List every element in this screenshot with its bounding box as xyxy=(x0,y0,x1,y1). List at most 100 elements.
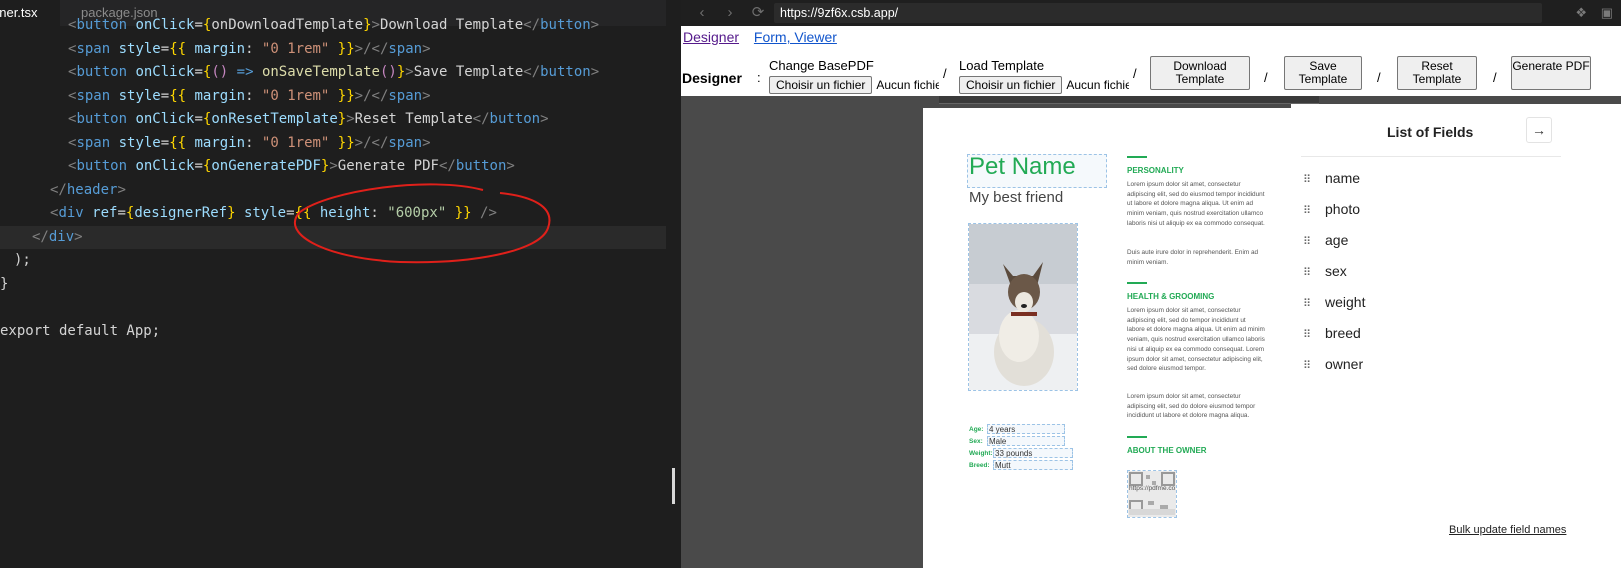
no-file-text: Aucun fichier choisi xyxy=(1066,78,1129,92)
refresh-icon[interactable]: ⟳ xyxy=(749,4,767,22)
code-line: </header> xyxy=(50,181,126,198)
list-of-fields-panel: List of Fields → ⠿ name ⠿ photo ⠿ age ⠿ sex ⠿ wei… xyxy=(1291,104,1621,568)
drag-handle-icon[interactable]: ⠿ xyxy=(1303,168,1317,192)
drag-handle-icon[interactable]: ⠿ xyxy=(1303,230,1317,254)
code-line: <button onClick={() => onSaveTemplate()}… xyxy=(68,64,600,80)
personality-heading: PERSONALITY xyxy=(1127,166,1184,175)
load-template-label: Load Template xyxy=(959,58,1045,73)
pdf-page[interactable]: Pet Name My best friend Age: 4 years Sex… xyxy=(923,108,1295,568)
code-line: ); xyxy=(14,252,31,268)
change-base-pdf-group: Change BasePDF xyxy=(755,58,874,73)
field-item[interactable]: ⠿ weight xyxy=(1303,290,1365,314)
code-line: <button onClick={onResetTemplate}>Reset … xyxy=(68,111,549,127)
section-bar xyxy=(1127,436,1147,438)
drag-handle-icon[interactable]: ⠿ xyxy=(1303,354,1317,378)
field-item[interactable]: ⠿ owner xyxy=(1303,352,1363,376)
code-line: <button onClick={onGeneratePDF}>Generate… xyxy=(68,158,515,174)
field-item[interactable]: ⠿ sex xyxy=(1303,259,1347,283)
generate-pdf-button[interactable]: Generate PDF xyxy=(1511,56,1591,90)
ruler-top xyxy=(939,96,1319,104)
field-name: weight xyxy=(1325,294,1366,310)
text-cursor xyxy=(672,468,675,504)
designer-header: Designer : Change BasePDF Choisir un fic… xyxy=(681,56,1621,96)
field-name: photo xyxy=(1325,201,1361,217)
sex-label: Sex: xyxy=(969,438,983,445)
designer-title: Designer xyxy=(682,70,742,86)
drag-handle-icon[interactable]: ⠿ xyxy=(1303,199,1317,223)
drag-handle-icon[interactable]: ⠿ xyxy=(1303,261,1317,285)
sex-field[interactable]: Male xyxy=(987,436,1065,446)
link-designer[interactable]: Designer xyxy=(683,29,739,45)
qr-code-image xyxy=(1128,471,1176,517)
owner-qr-code[interactable]: https://pdfme.com xyxy=(1127,470,1177,518)
dog-photo-image xyxy=(969,224,1077,390)
code-line: <span style={{ margin: "0 1rem" }}>/</sp… xyxy=(68,40,431,57)
field-item[interactable]: ⠿ name xyxy=(1303,166,1360,190)
pet-photo[interactable] xyxy=(968,223,1078,391)
code-line: <span style={{ margin: "0 1rem" }}>/</sp… xyxy=(68,134,431,151)
separator: / xyxy=(1377,70,1381,85)
field-name: breed xyxy=(1325,325,1361,341)
code-line: } xyxy=(0,275,9,292)
choose-file-button[interactable]: Choisir un fichier xyxy=(959,76,1063,94)
health-text-2: Lorem ipsum dolor sit amet, consectetur … xyxy=(1127,393,1256,420)
download-template-button[interactable]: Download Template xyxy=(1150,56,1250,90)
qr-url-text: https://pdfme.com xyxy=(1129,485,1175,492)
browser-preview: ‹ › ⟳ https://9zf6x.csb.app/ ❖ ▣ Designe… xyxy=(681,0,1621,568)
age-label: Age: xyxy=(969,426,984,433)
personality-text-2: Duis aute irure dolor in reprehenderit. … xyxy=(1127,249,1259,266)
template-file-input[interactable]: Choisir un fichierAucun fichier choisi xyxy=(959,76,1129,94)
save-template-button[interactable]: Save Template xyxy=(1284,56,1362,90)
load-template-group: Load Template xyxy=(945,58,1044,73)
fields-panel-title: List of Fields xyxy=(1387,124,1474,140)
bulk-update-link[interactable]: Bulk update field names xyxy=(1449,524,1566,536)
breed-field[interactable]: Mutt xyxy=(993,460,1073,470)
forward-icon[interactable]: › xyxy=(721,4,739,22)
back-icon[interactable]: ‹ xyxy=(693,4,711,22)
weight-field[interactable]: 33 pounds xyxy=(993,448,1073,458)
change-base-pdf-label: Change BasePDF xyxy=(769,58,874,73)
field-item[interactable]: ⠿ photo xyxy=(1303,197,1360,221)
separator: / xyxy=(1493,70,1497,85)
code-line: export default App; xyxy=(0,322,161,339)
weight-label: Weight: xyxy=(969,450,993,457)
pet-name-text: Pet Name xyxy=(969,153,1076,180)
field-name: owner xyxy=(1325,356,1364,372)
personality-text: Lorem ipsum dolor sit amet, consectetur … xyxy=(1127,181,1265,227)
code-line: <div ref={designerRef} style={{ height: … xyxy=(50,205,497,221)
field-item[interactable]: ⠿ breed xyxy=(1303,321,1361,345)
link-form-viewer[interactable]: Form, Viewer xyxy=(754,29,837,45)
section-bar xyxy=(1127,156,1147,158)
browser-toolbar: ‹ › ⟳ https://9zf6x.csb.app/ ❖ ▣ xyxy=(681,0,1621,26)
field-name: name xyxy=(1325,170,1361,186)
nav-links: Designer Form, Viewer xyxy=(683,29,848,45)
age-field[interactable]: 4 years xyxy=(987,424,1065,434)
drag-handle-icon[interactable]: ⠿ xyxy=(1303,292,1317,316)
window-icon[interactable]: ▣ xyxy=(1601,5,1613,20)
field-name: sex xyxy=(1325,263,1347,279)
subtitle-text: My best friend xyxy=(969,189,1064,206)
health-heading: HEALTH & GROOMING xyxy=(1127,292,1215,301)
choose-file-button[interactable]: Choisir un fichier xyxy=(769,76,873,94)
reset-template-button[interactable]: Reset Template xyxy=(1397,56,1477,90)
code-editor[interactable]: gner.tsx package.json <button onClick={o… xyxy=(0,0,666,568)
drag-handle-icon[interactable]: ⠿ xyxy=(1303,323,1317,347)
owner-heading: ABOUT THE OWNER xyxy=(1127,446,1207,455)
no-file-text: Aucun fichier choisi xyxy=(876,78,939,92)
separator: / xyxy=(1133,66,1137,81)
base-pdf-file-input[interactable]: Choisir un fichierAucun fichier choisi xyxy=(769,76,939,94)
separator: / xyxy=(1264,70,1268,85)
extension-icon[interactable]: ❖ xyxy=(1575,5,1587,20)
collapse-arrow-icon[interactable]: → xyxy=(1526,117,1552,143)
browser-tools: ❖ ▣ xyxy=(1575,5,1613,21)
health-text: Lorem ipsum dolor sit amet, consectetur … xyxy=(1127,307,1265,373)
code-content[interactable]: <button onClick={onDownloadTemplate}>Dow… xyxy=(0,17,666,343)
divider xyxy=(1301,156,1561,157)
url-bar[interactable]: https://9zf6x.csb.app/ xyxy=(774,3,1542,23)
breed-label: Breed: xyxy=(969,462,990,469)
section-bar xyxy=(1127,282,1147,284)
code-line: <span style={{ margin: "0 1rem" }}>/</sp… xyxy=(68,87,431,104)
field-name: age xyxy=(1325,232,1349,248)
field-item[interactable]: ⠿ age xyxy=(1303,228,1348,252)
